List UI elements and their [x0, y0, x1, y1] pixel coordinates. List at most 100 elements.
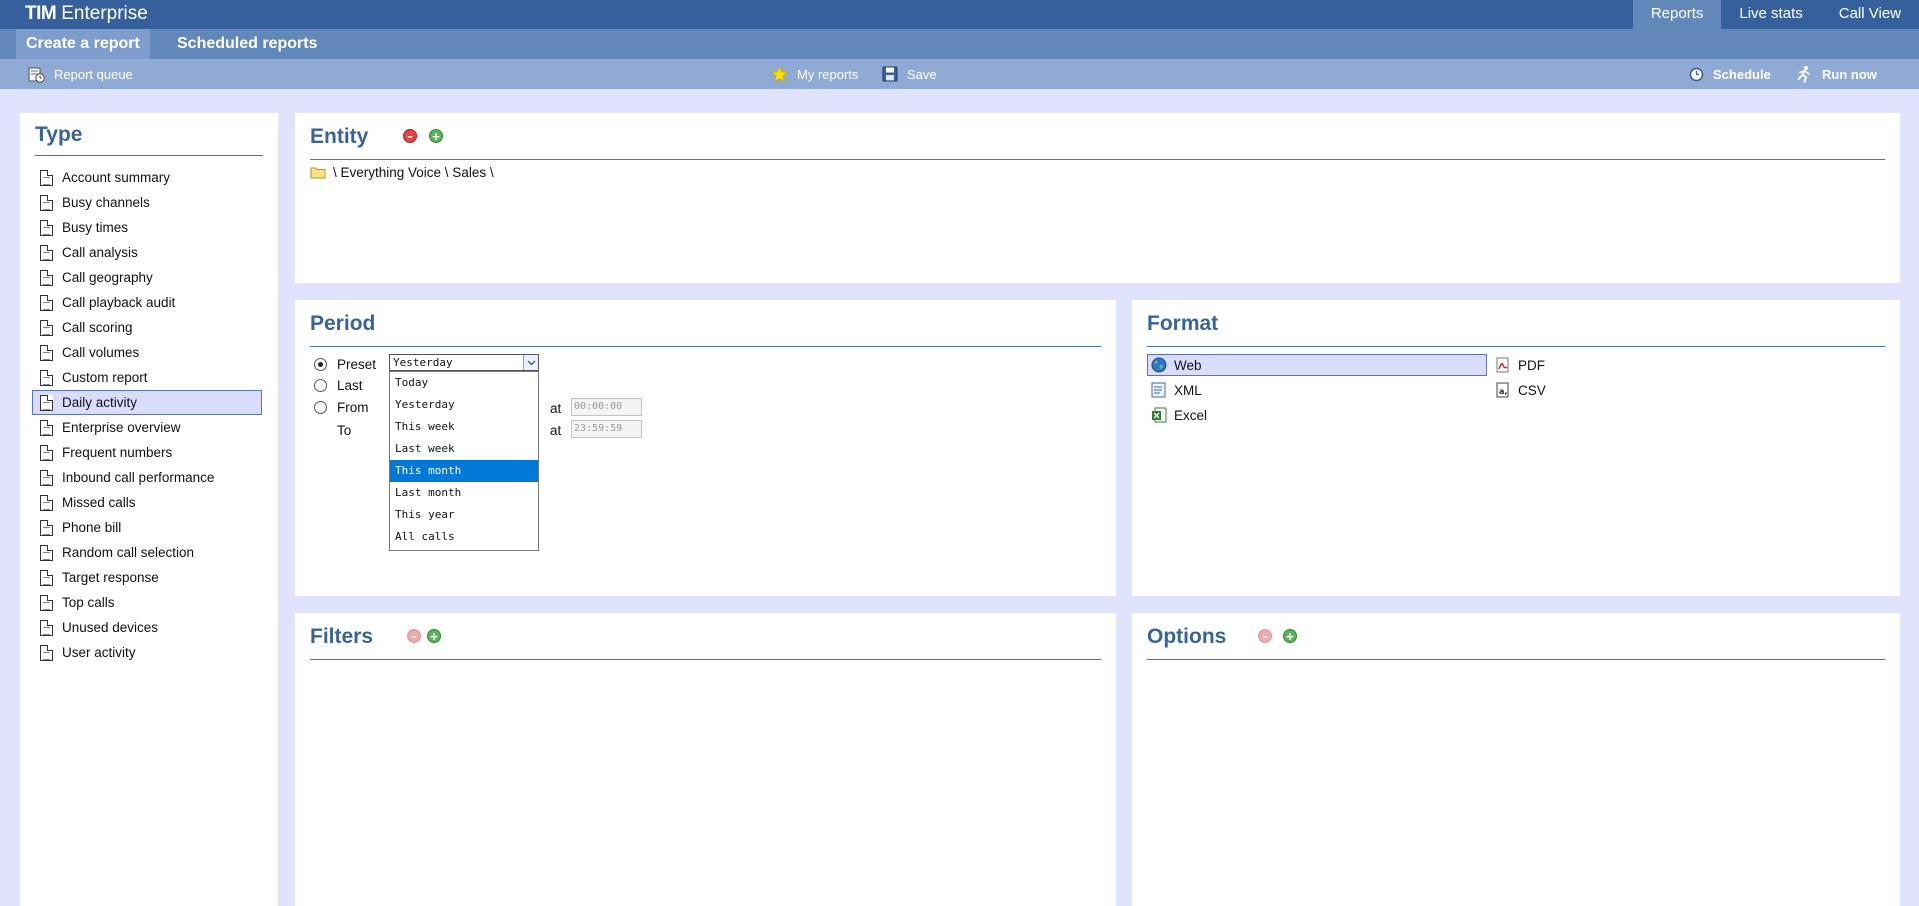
toolbar: Report queue My reports Save Schedule Ru…	[0, 59, 1919, 89]
report-type-item[interactable]: Top calls	[32, 590, 262, 615]
report-type-label: Enterprise overview	[62, 420, 181, 435]
document-icon	[40, 219, 53, 236]
nav-live-stats[interactable]: Live stats	[1721, 0, 1820, 29]
report-type-label: Random call selection	[62, 545, 195, 560]
to-at-label: at	[550, 423, 562, 438]
document-icon	[40, 494, 53, 511]
format-panel: Format Web PDF XML a, CSV Excel	[1132, 300, 1900, 596]
format-excel-label: Excel	[1174, 407, 1208, 423]
entity-path-label: \ Everything Voice \ Sales \	[333, 165, 494, 180]
report-type-item[interactable]: Random call selection	[32, 540, 262, 565]
report-type-item[interactable]: Missed calls	[32, 490, 262, 515]
document-icon	[40, 544, 53, 561]
save-label: Save	[907, 66, 937, 82]
report-type-item[interactable]: Phone bill	[32, 515, 262, 540]
preset-radio[interactable]	[314, 358, 327, 371]
last-label: Last	[337, 378, 363, 393]
report-type-item[interactable]: Call geography	[32, 265, 262, 290]
report-type-item[interactable]: Unused devices	[32, 615, 262, 640]
report-type-item[interactable]: Custom report	[32, 365, 262, 390]
filters-panel: Filters – +	[295, 613, 1116, 906]
document-icon	[40, 619, 53, 636]
options-remove-icon[interactable]: –	[1258, 629, 1272, 643]
format-option-web[interactable]: Web	[1147, 354, 1487, 376]
format-option-pdf[interactable]: PDF	[1491, 354, 1546, 376]
report-type-item[interactable]: Daily activity	[32, 390, 262, 415]
report-type-item[interactable]: Enterprise overview	[32, 415, 262, 440]
preset-select-value: Yesterday	[393, 356, 453, 369]
report-type-label: User activity	[62, 645, 136, 660]
nav-reports[interactable]: Reports	[1632, 0, 1722, 29]
folder-icon	[310, 166, 326, 179]
preset-label: Preset	[337, 357, 377, 372]
from-at-label: at	[550, 401, 562, 416]
run-now-label: Run now	[1822, 66, 1877, 82]
type-panel-header: Type	[35, 113, 263, 156]
report-type-label: Unused devices	[62, 620, 159, 635]
report-type-label: Call playback audit	[62, 295, 176, 310]
entity-remove-icon[interactable]: –	[403, 129, 417, 143]
report-type-item[interactable]: Target response	[32, 565, 262, 590]
preset-dropdown-option[interactable]: Yesterday	[390, 394, 538, 416]
report-type-list: Account summary Busy channels Busy times Ca…	[32, 165, 262, 665]
document-icon	[40, 519, 53, 536]
report-type-item[interactable]: Call scoring	[32, 315, 262, 340]
star-icon	[771, 65, 788, 83]
entity-panel: Entity – + \ Everything Voice \ Sales \	[295, 113, 1900, 283]
preset-dropdown-option[interactable]: All calls	[390, 526, 538, 548]
schedule-button[interactable]: Schedule	[1689, 59, 1771, 89]
report-type-label: Frequent numbers	[62, 445, 173, 460]
tab-create-report[interactable]: Create a report	[16, 29, 150, 59]
running-man-icon	[1795, 65, 1813, 83]
report-type-item[interactable]: Frequent numbers	[32, 440, 262, 465]
report-type-label: Busy channels	[62, 195, 150, 210]
last-radio[interactable]	[314, 379, 327, 392]
chevron-down-icon[interactable]	[523, 355, 538, 370]
preset-dropdown-option[interactable]: This year	[390, 504, 538, 526]
report-type-item[interactable]: Call playback audit	[32, 290, 262, 315]
document-icon	[40, 594, 53, 611]
my-reports-button[interactable]: My reports	[771, 59, 858, 89]
preset-dropdown-option[interactable]: This week	[390, 416, 538, 438]
preset-dropdown-option[interactable]: This month	[390, 460, 538, 482]
entity-panel-title: Entity	[310, 125, 369, 148]
format-option-excel[interactable]: Excel	[1147, 404, 1208, 426]
preset-dropdown-option[interactable]: Today	[390, 372, 538, 394]
report-type-label: Call volumes	[62, 345, 140, 360]
filters-add-icon[interactable]: +	[427, 629, 441, 643]
format-option-csv[interactable]: a, CSV	[1491, 379, 1547, 401]
options-add-icon[interactable]: +	[1283, 629, 1297, 643]
floppy-disk-icon	[882, 66, 898, 82]
save-button[interactable]: Save	[882, 59, 937, 89]
report-queue-button[interactable]: Report queue	[28, 59, 133, 89]
document-icon	[40, 344, 53, 361]
preset-select[interactable]: Yesterday	[389, 354, 539, 371]
report-type-item[interactable]: Busy times	[32, 215, 262, 240]
report-type-label: Inbound call performance	[62, 470, 215, 485]
preset-dropdown-option[interactable]: Last week	[390, 438, 538, 460]
format-option-xml[interactable]: XML	[1147, 379, 1203, 401]
report-type-label: Phone bill	[62, 520, 122, 535]
run-now-button[interactable]: Run now	[1795, 59, 1877, 89]
options-panel-title: Options	[1147, 625, 1227, 648]
report-type-item[interactable]: Busy channels	[32, 190, 262, 215]
from-radio[interactable]	[314, 401, 327, 414]
nav-call-view[interactable]: Call View	[1821, 0, 1919, 29]
document-icon	[40, 569, 53, 586]
tab-scheduled-reports[interactable]: Scheduled reports	[167, 29, 327, 59]
from-time-input[interactable]: 00:00:00	[571, 398, 642, 416]
entity-add-icon[interactable]: +	[429, 129, 443, 143]
format-csv-label: CSV	[1518, 382, 1546, 398]
report-type-label: Account summary	[62, 170, 171, 185]
from-label: From	[337, 400, 369, 415]
to-time-input[interactable]: 23:59:59	[571, 420, 642, 438]
report-type-item[interactable]: Inbound call performance	[32, 465, 262, 490]
report-type-item[interactable]: User activity	[32, 640, 262, 665]
preset-dropdown-option[interactable]: Last month	[390, 482, 538, 504]
report-type-item[interactable]: Call volumes	[32, 340, 262, 365]
report-type-label: Target response	[62, 570, 159, 585]
filters-remove-icon[interactable]: –	[407, 629, 421, 643]
report-type-item[interactable]: Account summary	[32, 165, 262, 190]
entity-item[interactable]: \ Everything Voice \ Sales \	[310, 165, 494, 180]
report-type-item[interactable]: Call analysis	[32, 240, 262, 265]
